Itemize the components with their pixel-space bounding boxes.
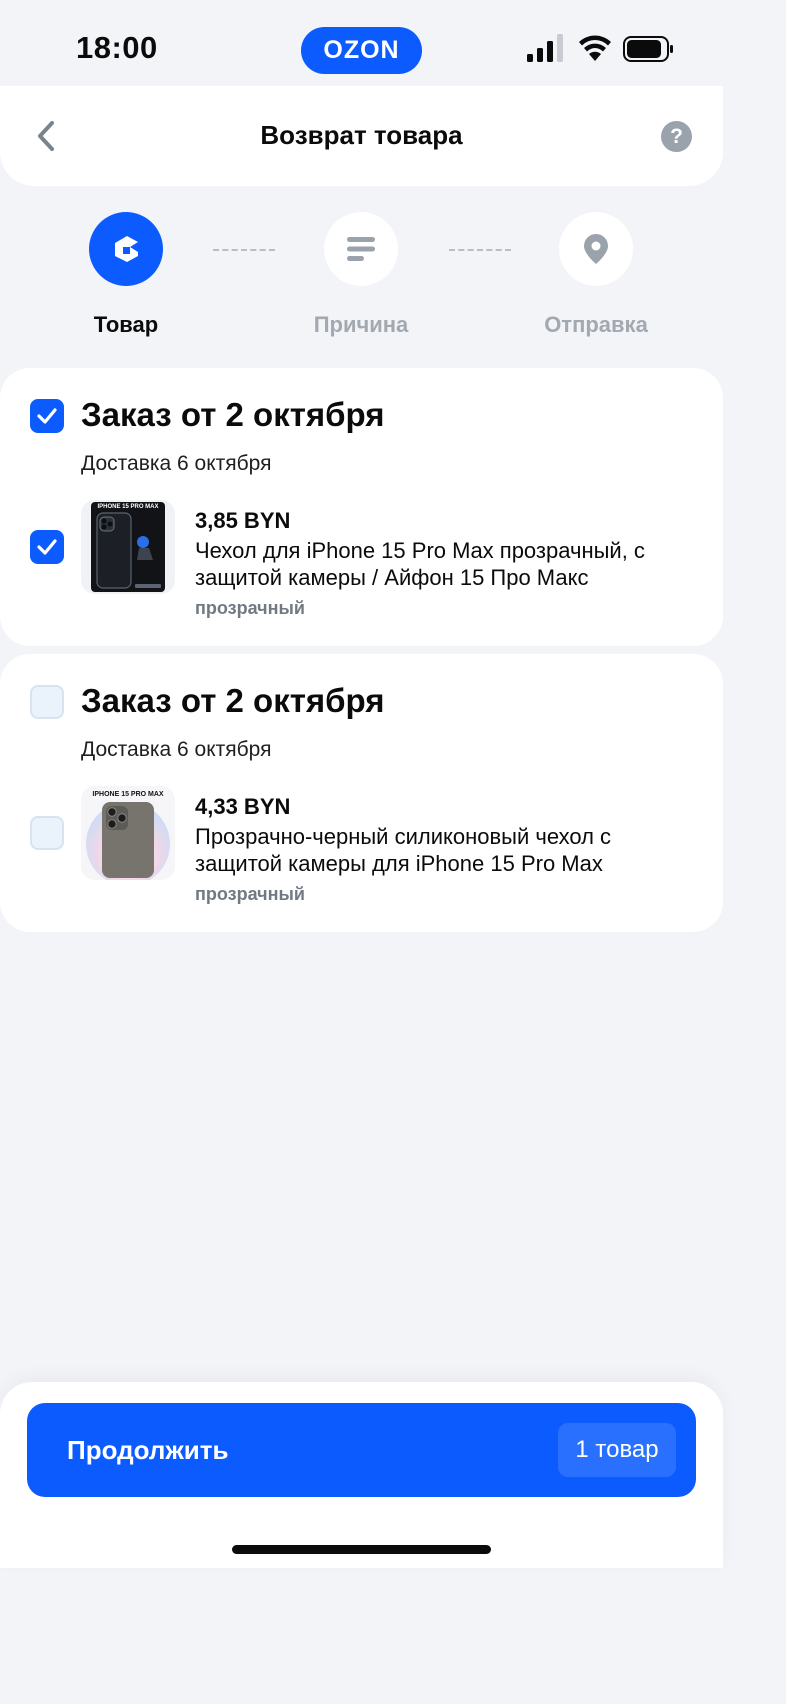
- ozon-logo: OZON: [301, 27, 422, 74]
- battery-icon: [623, 36, 673, 62]
- status-time: 18:00: [76, 30, 158, 65]
- checkmark-icon: [37, 539, 57, 555]
- product-price: 3,85 BYN: [195, 508, 291, 533]
- product-name[interactable]: Чехол для iPhone 15 Pro Max прозрачный, …: [195, 537, 700, 591]
- product-image-caption: IPHONE 15 PRO MAX: [92, 791, 164, 798]
- step-label: Отправка: [544, 312, 648, 337]
- order-title: Заказ от 2 октября: [81, 682, 385, 719]
- location-pin-icon: [584, 234, 608, 264]
- phone-case-image: [81, 786, 175, 880]
- bottom-action-bar: Продолжить 1 товар: [0, 1382, 723, 1568]
- step-item: Товар: [46, 212, 206, 338]
- order-delivery-date: Доставка 6 октября: [81, 452, 272, 475]
- cellular-signal-icon: [527, 34, 563, 62]
- step-item: Причина: [281, 212, 441, 338]
- step-connector: [213, 249, 275, 251]
- selected-count-badge: 1 товар: [558, 1423, 676, 1477]
- step-circle: [559, 212, 633, 286]
- product-checkbox[interactable]: [30, 530, 64, 564]
- order-delivery-date: Доставка 6 октября: [81, 738, 272, 761]
- order-title: Заказ от 2 октября: [81, 396, 385, 433]
- order-checkbox[interactable]: [30, 399, 64, 433]
- product-variant: прозрачный: [195, 598, 305, 618]
- order-card: Заказ от 2 октября Доставка 6 октября IP…: [0, 368, 723, 646]
- product-image[interactable]: IPHONE 15 PRO MAX: [81, 786, 175, 880]
- step-item: Отправка: [516, 212, 676, 338]
- phone-case-image: [91, 502, 165, 592]
- box-icon: [115, 236, 138, 262]
- header: Возврат товара ?: [0, 86, 723, 186]
- continue-label: Продолжить: [67, 1435, 229, 1465]
- product-checkbox[interactable]: [30, 816, 64, 850]
- return-stepper: Товар Причина Отправка: [0, 212, 723, 352]
- step-label: Товар: [93, 312, 159, 337]
- help-icon[interactable]: ?: [661, 121, 692, 152]
- continue-button[interactable]: Продолжить 1 товар: [27, 1403, 696, 1497]
- order-checkbox[interactable]: [30, 685, 64, 719]
- status-bar: 18:00 OZON: [0, 0, 723, 100]
- checkmark-icon: [37, 408, 57, 424]
- list-lines-icon: [347, 237, 375, 261]
- product-name[interactable]: Прозрачно-черный силиконовый чехол с защ…: [195, 823, 700, 877]
- product-image-caption: IPHONE 15 PRO MAX: [97, 504, 159, 510]
- product-price: 4,33 BYN: [195, 794, 291, 819]
- page-title: Возврат товара: [260, 120, 463, 150]
- wifi-icon: [579, 35, 611, 61]
- step-label: Причина: [313, 312, 409, 337]
- step-circle: [324, 212, 398, 286]
- order-card: Заказ от 2 октября Доставка 6 октября IP…: [0, 654, 723, 932]
- product-image[interactable]: IPHONE 15 PRO MAX: [81, 500, 175, 594]
- product-variant: прозрачный: [195, 884, 305, 904]
- home-indicator: [232, 1545, 491, 1554]
- step-circle: [89, 212, 163, 286]
- step-connector: [449, 249, 511, 251]
